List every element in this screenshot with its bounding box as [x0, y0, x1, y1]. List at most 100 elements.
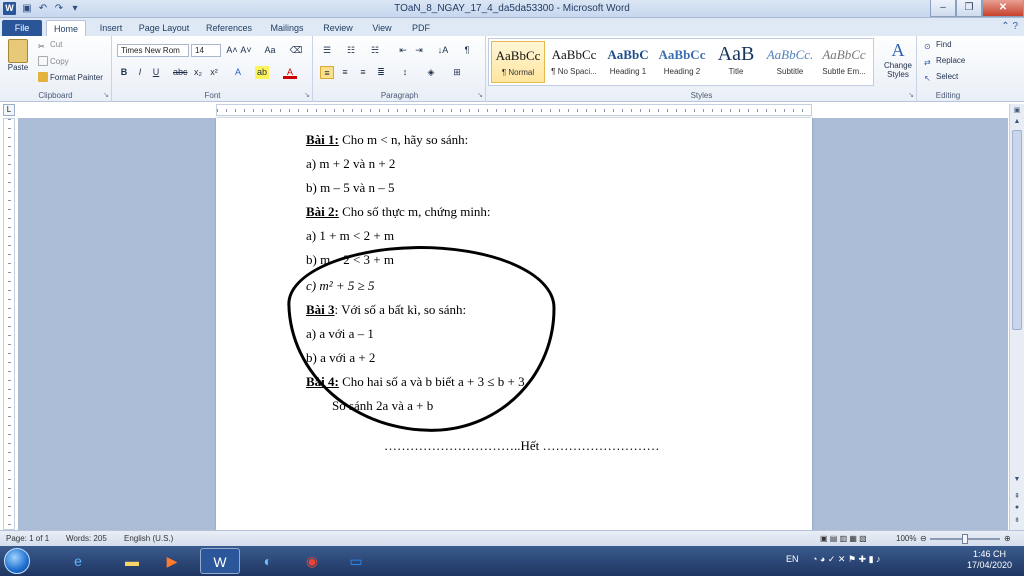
tab-references[interactable]: References — [200, 20, 258, 36]
ie-icon[interactable]: e — [58, 548, 98, 574]
word-app-icon[interactable]: W — [3, 2, 16, 15]
align-left-icon[interactable]: ≡ — [320, 66, 334, 79]
tab-page-layout[interactable]: Page Layout — [136, 20, 192, 36]
zoom-in-icon[interactable]: ⊕ — [1004, 534, 1011, 543]
save-icon[interactable]: ▣ — [20, 2, 34, 16]
prev-page-icon[interactable]: ⇞ — [1012, 492, 1022, 500]
paragraph-launcher-icon[interactable]: ↘ — [477, 91, 483, 99]
tab-insert[interactable]: Insert — [92, 20, 130, 36]
style-heading-1[interactable]: AaBbC Heading 1 — [601, 41, 655, 83]
copy-button[interactable]: Copy — [38, 56, 69, 66]
align-right-icon[interactable]: ≡ — [356, 66, 370, 79]
zoom-app-icon[interactable]: ▭ — [336, 548, 376, 574]
scroll-down-icon[interactable]: ▼ — [1012, 476, 1022, 483]
help-icon[interactable]: ⌃ ? — [1001, 21, 1018, 32]
zoom-out-icon[interactable]: ⊖ — [920, 534, 927, 543]
decrease-indent-icon[interactable]: ⇤ — [396, 44, 410, 57]
start-button[interactable] — [4, 548, 30, 574]
style-heading-2[interactable]: AaBbCc Heading 2 — [655, 41, 709, 83]
network-app-icon[interactable]: ◐ — [248, 548, 288, 574]
shrink-font-icon[interactable]: A˅ — [239, 44, 253, 57]
font-name-select[interactable]: Times New Rom — [117, 44, 189, 57]
numbering-icon[interactable]: ☷ — [344, 44, 358, 57]
style-title[interactable]: AaB Title — [709, 41, 763, 83]
style-no-spacing[interactable]: AaBbCc ¶ No Spaci... — [547, 41, 601, 83]
find-button[interactable]: ⊙ Find — [924, 40, 952, 52]
show-marks-icon[interactable]: ¶ — [460, 44, 474, 57]
language-tray[interactable]: EN — [786, 554, 799, 564]
change-case-icon[interactable]: Aa — [263, 44, 277, 57]
line-spacing-icon[interactable]: ↕ — [398, 66, 412, 79]
replace-button[interactable]: ⇄ Replace — [924, 56, 965, 68]
horizontal-ruler[interactable] — [216, 104, 812, 116]
italic-icon[interactable]: I — [133, 66, 147, 79]
increase-indent-icon[interactable]: ⇥ — [412, 44, 426, 57]
clipboard-launcher-icon[interactable]: ↘ — [103, 91, 109, 99]
tab-view[interactable]: View — [364, 20, 400, 36]
system-clock[interactable]: 1:46 CH 17/04/2020 — [967, 549, 1012, 571]
scroll-thumb[interactable] — [1012, 130, 1022, 330]
paste-button[interactable]: Paste — [4, 39, 32, 72]
font-launcher-icon[interactable]: ↘ — [304, 91, 310, 99]
document-page[interactable]: Bài 1: Cho m < n, hãy so sánh: a) m + 2 … — [216, 118, 812, 530]
word-count[interactable]: Words: 205 — [66, 534, 107, 543]
shading-icon[interactable]: ◈ — [424, 66, 438, 79]
highlight-icon[interactable]: ab — [255, 66, 269, 79]
sort-icon[interactable]: ↓A — [436, 44, 450, 57]
next-page-icon[interactable]: ⇟ — [1012, 516, 1022, 524]
tab-mailings[interactable]: Mailings — [264, 20, 310, 36]
redo-icon[interactable]: ↷ — [52, 2, 66, 16]
tab-file[interactable]: File — [2, 20, 42, 36]
clear-format-icon[interactable]: ⌫ — [289, 44, 303, 57]
customize-icon[interactable]: ▾ — [68, 2, 82, 16]
align-center-icon[interactable]: ≡ — [338, 66, 352, 79]
style-subtle-emphasis[interactable]: AaBbCc Subtle Em... — [817, 41, 871, 83]
grow-font-icon[interactable]: A˄ — [225, 44, 239, 57]
tab-pdf[interactable]: PDF — [406, 20, 436, 36]
multilevel-list-icon[interactable]: ☵ — [368, 44, 382, 57]
subscript-icon[interactable]: x₂ — [191, 66, 205, 79]
vertical-scrollbar[interactable]: ▣ ▲ ▼ ⇞ ● ⇟ — [1009, 104, 1024, 530]
format-painter-button[interactable]: Format Painter — [38, 72, 103, 82]
strikethrough-icon[interactable]: abc — [173, 66, 188, 79]
bold-icon[interactable]: B — [117, 66, 131, 79]
zoom-slider[interactable] — [930, 534, 1000, 544]
word-taskbar-icon[interactable]: W — [200, 548, 240, 574]
zoom-slider-knob[interactable] — [962, 534, 968, 544]
page-count[interactable]: Page: 1 of 1 — [6, 534, 49, 543]
chrome-icon[interactable]: ◉ — [292, 548, 332, 574]
tab-selector-button[interactable]: L — [3, 104, 15, 116]
paste-icon — [8, 39, 28, 63]
borders-icon[interactable]: ⊞ — [450, 66, 464, 79]
ruler-toggle-icon[interactable]: ▣ — [1012, 106, 1022, 114]
zoom-level[interactable]: 100% — [896, 534, 916, 543]
underline-icon[interactable]: U — [149, 66, 163, 79]
minimize-button[interactable]: – — [930, 0, 956, 17]
close-button[interactable]: ✕ — [982, 0, 1024, 17]
doc-line: b) m – 5 và n – 5 — [306, 180, 395, 195]
vertical-ruler[interactable] — [3, 118, 15, 530]
view-buttons-icon[interactable]: ▣ ▤ ▥ ▦ ▧ — [820, 534, 867, 543]
tab-review[interactable]: Review — [318, 20, 358, 36]
style-normal[interactable]: AaBbCc ¶ Normal — [491, 41, 545, 83]
styles-launcher-icon[interactable]: ↘ — [908, 91, 914, 99]
cut-button[interactable]: ✂ Cut — [38, 40, 62, 52]
restore-button[interactable]: ❐ — [956, 0, 982, 17]
change-styles-button[interactable]: A Change Styles — [880, 40, 916, 79]
tray-icons[interactable]: ◔ ◕ ✓ ✕ ⚑ ✚ ▮ ♪ — [812, 554, 881, 565]
bullets-icon[interactable]: ☰ — [320, 44, 334, 57]
superscript-icon[interactable]: x² — [207, 66, 221, 79]
undo-icon[interactable]: ↶ — [36, 2, 50, 16]
text-effects-icon[interactable]: A — [231, 66, 245, 79]
tab-home[interactable]: Home — [46, 20, 86, 36]
media-player-icon[interactable]: ▶ — [152, 548, 192, 574]
select-button[interactable]: ↖ Select — [924, 72, 958, 84]
scroll-up-icon[interactable]: ▲ — [1012, 118, 1022, 125]
justify-icon[interactable]: ≣ — [374, 66, 388, 79]
language-indicator[interactable]: English (U.S.) — [124, 534, 173, 543]
folder-icon[interactable]: ▬ — [112, 548, 152, 574]
font-color-icon[interactable]: A — [283, 66, 297, 79]
font-size-select[interactable]: 14 — [191, 44, 221, 57]
browse-object-icon[interactable]: ● — [1012, 504, 1022, 511]
style-subtitle[interactable]: AaBbCc. Subtitle — [763, 41, 817, 83]
